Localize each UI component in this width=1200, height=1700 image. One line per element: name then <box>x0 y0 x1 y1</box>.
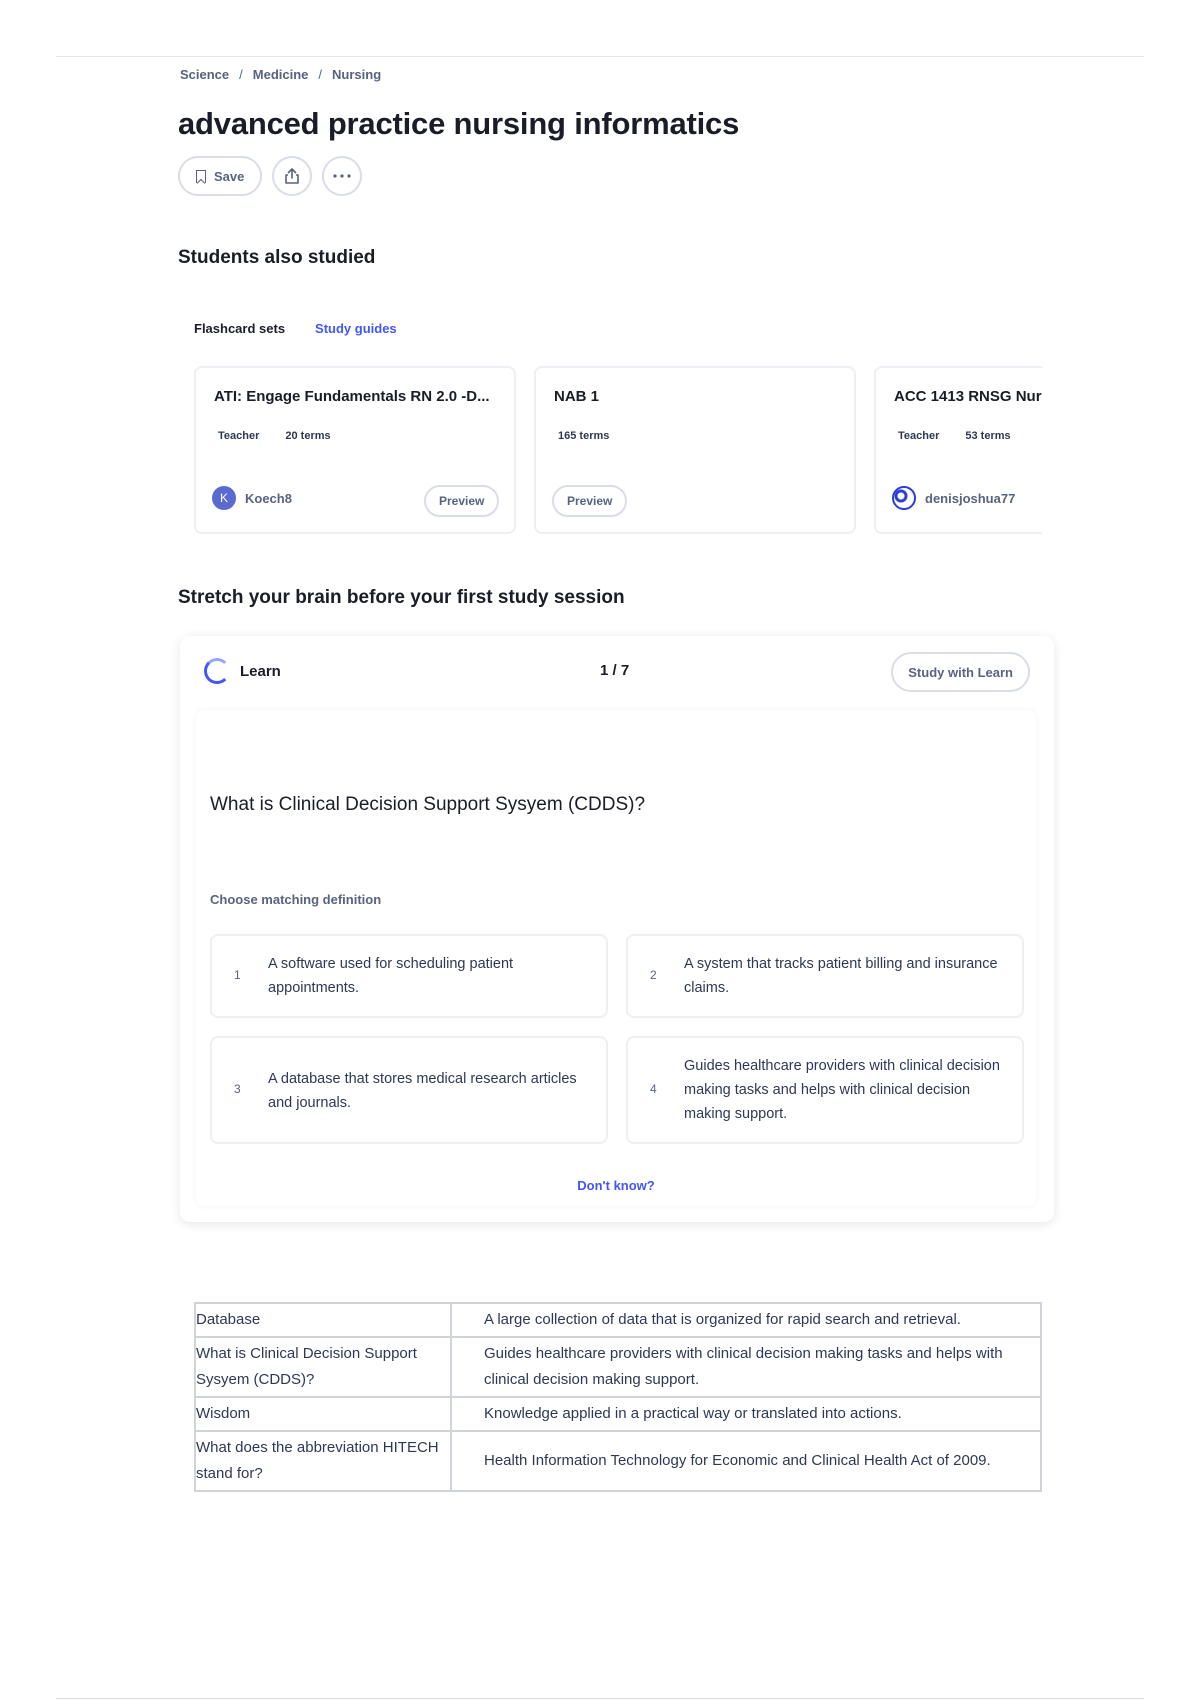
breadcrumb: Science / Medicine / Nursing <box>180 67 381 82</box>
question-progress: 1 / 7 <box>600 662 630 679</box>
teacher-badge: Teacher <box>218 430 260 442</box>
more-icon <box>333 174 351 178</box>
table-row: Database A large collection of data that… <box>194 1302 1042 1338</box>
set-actions: Save <box>178 156 363 196</box>
breadcrumb-medicine[interactable]: Medicine <box>253 67 309 82</box>
option-text: A software used for scheduling patient a… <box>268 956 514 996</box>
definition-cell: Health Information Technology for Econom… <box>450 1430 1042 1492</box>
card-meta: Teacher 20 terms <box>218 430 331 442</box>
option-text: Guides healthcare providers with clinica… <box>684 1058 1000 1122</box>
term-cell: What does the abbreviation HITECH stand … <box>194 1430 452 1492</box>
tab-study-guides[interactable]: Study guides <box>315 321 397 336</box>
learn-panel: Learn 1 / 7 Study with Learn What is Cli… <box>180 636 1054 1222</box>
related-sets-carousel: ATI: Engage Fundamentals RN 2.0 -D... Te… <box>194 366 1042 536</box>
table-row: What is Clinical Decision Support Sysyem… <box>194 1336 1042 1398</box>
term-cell: Wisdom <box>194 1396 452 1432</box>
breadcrumb-separator: / <box>318 67 323 82</box>
learn-label: Learn <box>240 662 281 680</box>
card-title: NAB 1 <box>554 388 600 405</box>
breadcrumb-nursing[interactable]: Nursing <box>332 67 381 82</box>
card-meta: 165 terms <box>558 430 609 442</box>
answer-option[interactable]: 3 A database that stores medical researc… <box>210 1036 608 1144</box>
option-text: A database that stores medical research … <box>268 1071 577 1111</box>
preview-button[interactable]: Preview <box>424 485 500 517</box>
top-divider <box>56 56 1144 57</box>
share-icon <box>285 168 300 184</box>
definition-cell: Guides healthcare providers with clinica… <box>450 1336 1042 1398</box>
author-name: denisjoshua77 <box>925 490 1016 506</box>
study-tabs: Flashcard sets Study guides <box>194 321 397 336</box>
answer-prompt: Choose matching definition <box>210 892 382 907</box>
definition-cell: Knowledge applied in a practical way or … <box>450 1396 1042 1432</box>
save-button[interactable]: Save <box>178 156 263 196</box>
page-title: advanced practice nursing informatics <box>178 106 740 141</box>
card-meta: Teacher 53 terms <box>898 430 1011 442</box>
students-also-studied-heading: Students also studied <box>178 247 376 268</box>
avatar: K <box>212 486 236 510</box>
author-name: Koech8 <box>245 490 292 506</box>
question-card: What is Clinical Decision Support Sysyem… <box>196 710 1036 1206</box>
dont-know-link[interactable]: Don't know? <box>196 1178 1036 1193</box>
card-title: ACC 1413 RNSG Nur <box>894 388 1042 405</box>
learn-icon <box>204 658 230 684</box>
answer-option[interactable]: 1 A software used for scheduling patient… <box>210 934 608 1018</box>
table-row: What does the abbreviation HITECH stand … <box>194 1430 1042 1492</box>
option-text: A system that tracks patient billing and… <box>684 956 998 996</box>
avatar <box>892 486 916 510</box>
option-number: 4 <box>650 1082 657 1096</box>
learn-section-heading: Stretch your brain before your first stu… <box>178 587 625 608</box>
option-number: 2 <box>650 968 657 982</box>
bottom-divider <box>56 1698 1144 1699</box>
answer-option[interactable]: 4 Guides healthcare providers with clini… <box>626 1036 1024 1144</box>
learn-mode-label: Learn <box>204 658 281 684</box>
term-count: 20 terms <box>285 430 331 442</box>
terms-table: Database A large collection of data that… <box>194 1302 1042 1492</box>
card-author[interactable]: K Koech8 <box>212 486 292 510</box>
study-set-card[interactable]: ATI: Engage Fundamentals RN 2.0 -D... Te… <box>194 366 516 534</box>
tab-flashcard-sets[interactable]: Flashcard sets <box>194 321 285 336</box>
save-button-label: Save <box>214 168 245 184</box>
answer-option[interactable]: 2 A system that tracks patient billing a… <box>626 934 1024 1018</box>
table-row: Wisdom Knowledge applied in a practical … <box>194 1396 1042 1432</box>
study-with-learn-button[interactable]: Study with Learn <box>891 652 1030 692</box>
term-count: 53 terms <box>965 430 1011 442</box>
question-text: What is Clinical Decision Support Sysyem… <box>210 794 646 815</box>
option-number: 1 <box>234 968 241 982</box>
more-options-button[interactable] <box>322 156 363 196</box>
bookmark-icon <box>196 169 206 183</box>
preview-button[interactable]: Preview <box>552 485 628 517</box>
card-author[interactable]: denisjoshua77 <box>892 486 1015 510</box>
term-cell: Database <box>194 1302 452 1338</box>
share-button[interactable] <box>272 156 313 196</box>
breadcrumb-science[interactable]: Science <box>180 67 229 82</box>
study-set-card[interactable]: NAB 1 165 terms Preview <box>534 366 856 534</box>
study-set-card[interactable]: ACC 1413 RNSG Nur Teacher 53 terms denis… <box>874 366 1042 534</box>
definition-cell: A large collection of data that is organ… <box>450 1302 1042 1338</box>
option-number: 3 <box>234 1082 241 1096</box>
teacher-badge: Teacher <box>898 430 940 442</box>
card-title: ATI: Engage Fundamentals RN 2.0 -D... <box>214 388 490 405</box>
term-cell: What is Clinical Decision Support Sysyem… <box>194 1336 452 1398</box>
term-count: 165 terms <box>558 430 610 442</box>
breadcrumb-separator: / <box>239 67 243 82</box>
